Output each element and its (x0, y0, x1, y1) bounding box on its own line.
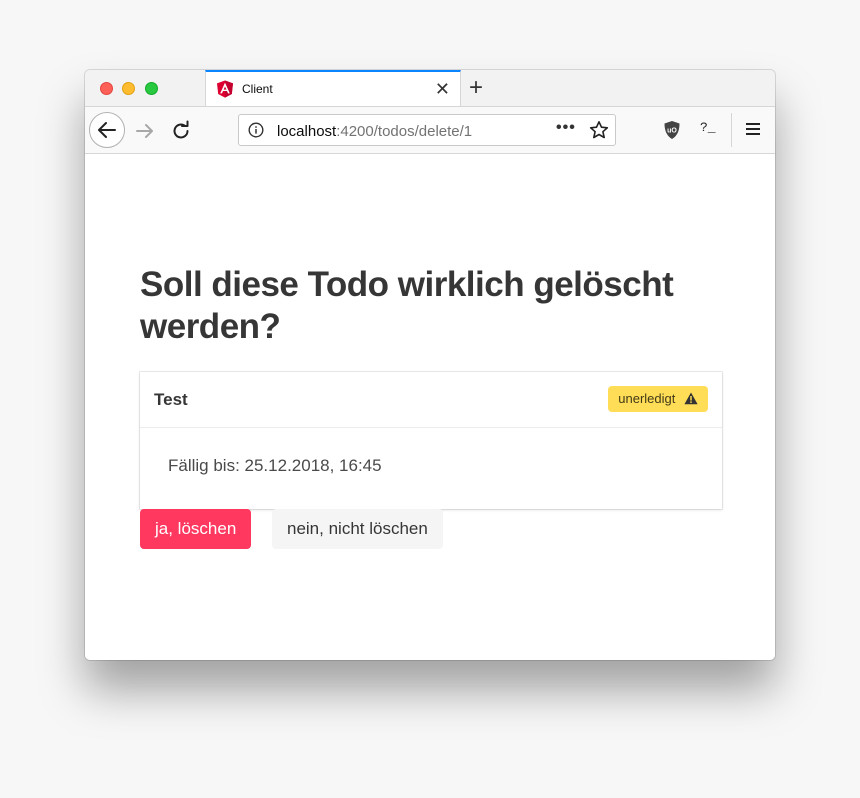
browser-window: Client ✕ + localhost:4200/todos/delete/1 (85, 70, 775, 660)
back-button[interactable] (89, 112, 125, 148)
new-tab-button[interactable]: + (469, 74, 483, 102)
status-badge: unerledigt (608, 386, 708, 412)
confirm-delete-button[interactable]: ja, löschen (140, 509, 252, 549)
tab-close-icon[interactable]: ✕ (435, 79, 450, 99)
info-icon[interactable] (248, 122, 264, 138)
url-bar[interactable]: localhost:4200/todos/delete/1 ••• (238, 114, 616, 146)
reload-button[interactable] (169, 119, 193, 143)
prompt-extension-icon[interactable]: ?_ (700, 120, 716, 135)
window-close-button[interactable] (100, 82, 113, 95)
url-host: localhost (277, 123, 337, 140)
todo-card: Test unerledigt Fällig bis: 25.12.2018, … (140, 372, 722, 509)
bookmark-star-icon[interactable] (589, 120, 609, 140)
angular-icon (217, 80, 233, 98)
svg-text:uO: uO (667, 128, 677, 135)
title-bar: Client ✕ + (85, 70, 775, 107)
arrow-left-icon (98, 122, 116, 138)
window-minimize-button[interactable] (122, 82, 135, 95)
tab-title: Client (242, 82, 273, 96)
page-title: Soll diese Todo wirklich gelöscht werden… (140, 265, 674, 346)
tab-client[interactable]: Client ✕ (205, 70, 461, 107)
forward-button[interactable] (133, 119, 157, 143)
todo-title: Test (154, 390, 188, 409)
cancel-delete-button[interactable]: nein, nicht löschen (272, 509, 443, 549)
url-text[interactable]: localhost:4200/todos/delete/1 (277, 123, 472, 140)
toolbar-separator (731, 113, 732, 147)
ublock-shield-icon[interactable]: uO (663, 120, 681, 140)
todo-card-header: Test unerledigt (140, 372, 722, 428)
page-content: Soll diese Todo wirklich gelöscht werden… (85, 154, 775, 660)
status-label: unerledigt (618, 391, 676, 406)
window-maximize-button[interactable] (145, 82, 158, 95)
todo-due-date: Fällig bis: 25.12.2018, 16:45 (168, 456, 382, 475)
navigation-toolbar: localhost:4200/todos/delete/1 ••• uO ?_ (85, 106, 775, 154)
page-actions-icon[interactable]: ••• (556, 119, 576, 137)
url-path: :4200/todos/delete/1 (336, 123, 473, 140)
hamburger-menu-icon[interactable] (745, 121, 761, 137)
warning-icon (684, 392, 698, 405)
